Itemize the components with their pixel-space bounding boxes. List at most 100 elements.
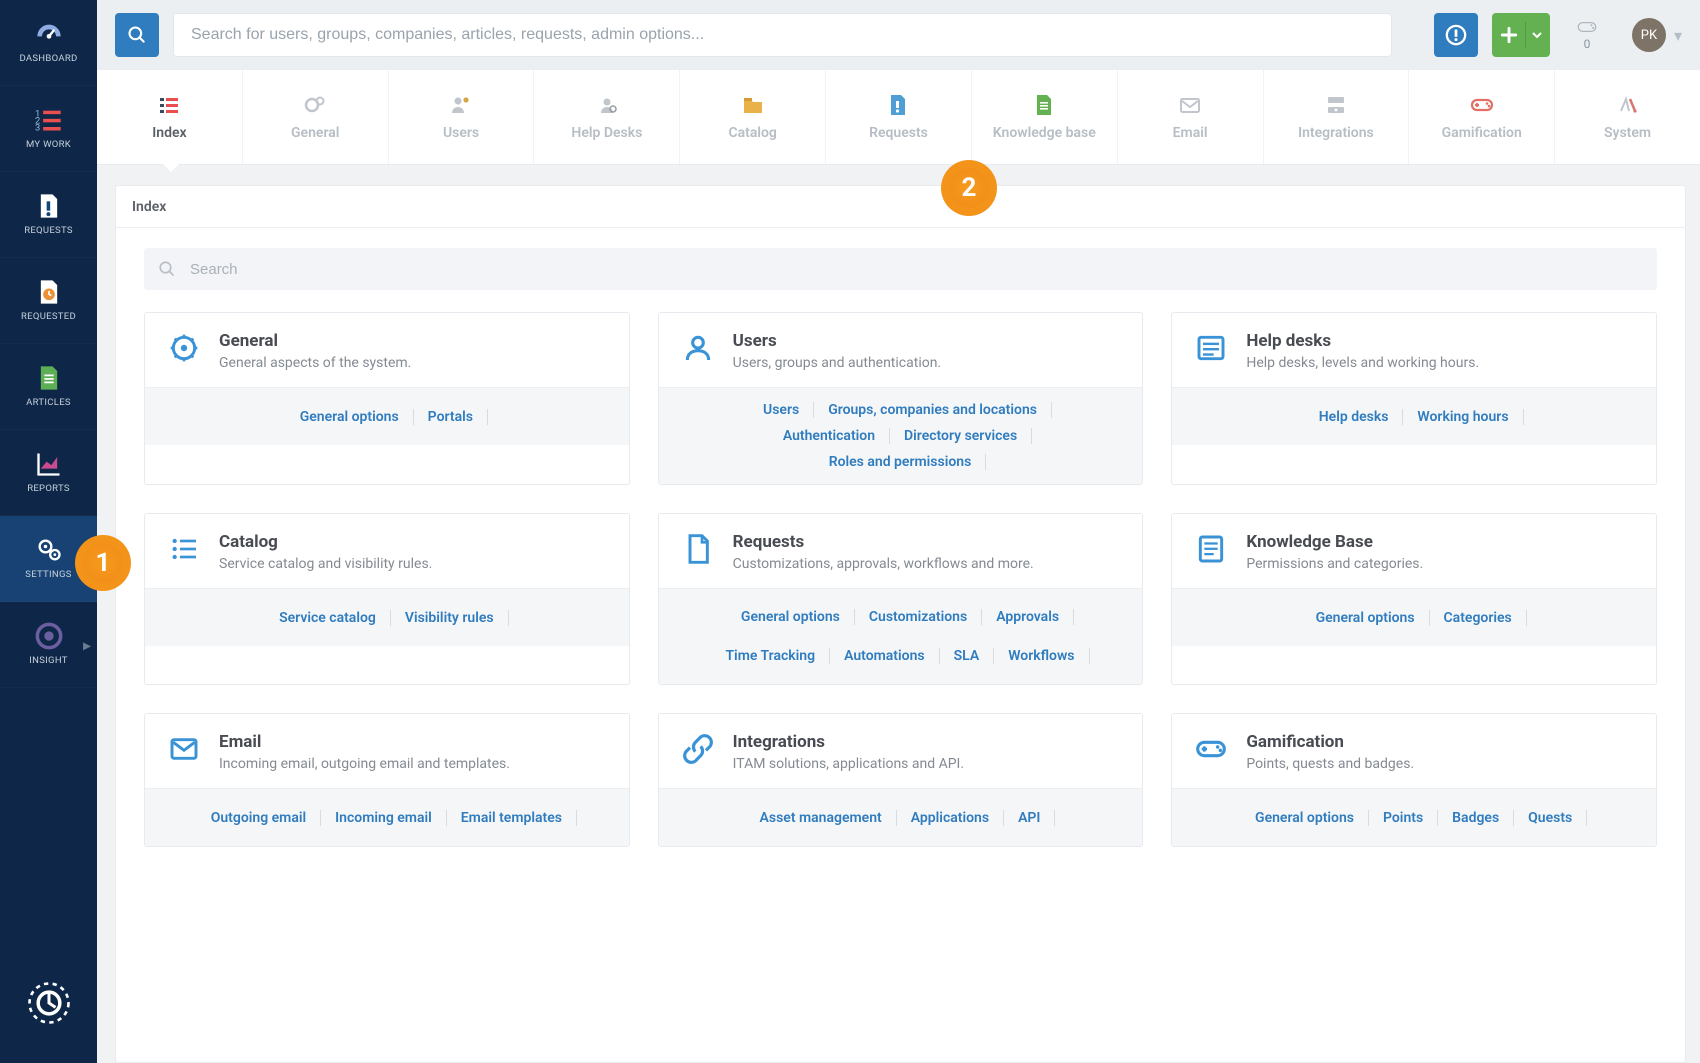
settings-card-email: Email Incoming email, outgoing email and …	[144, 713, 630, 847]
create-button[interactable]	[1492, 13, 1550, 57]
card-title: Catalog	[219, 532, 432, 552]
sidebar-item-insight[interactable]: INSIGHT ▸	[0, 602, 97, 688]
settings-link[interactable]: General options	[286, 409, 414, 425]
user-menu[interactable]: PK ▾	[1632, 18, 1682, 52]
card-description: Service catalog and visibility rules.	[219, 556, 432, 572]
index-search-input[interactable]	[144, 248, 1657, 290]
document-exclaim-icon	[34, 193, 64, 219]
settings-link[interactable]: Incoming email	[321, 810, 447, 826]
sidebar-item-reports[interactable]: REPORTS	[0, 430, 97, 516]
sidebar-item-requested[interactable]: REQUESTED	[0, 258, 97, 344]
tab-users[interactable]: Users	[388, 70, 534, 164]
tab-knowledge-base[interactable]: Knowledge base	[971, 70, 1117, 164]
tab-system[interactable]: System	[1554, 70, 1700, 164]
tab-catalog[interactable]: Catalog	[679, 70, 825, 164]
settings-link[interactable]: General options	[1302, 610, 1430, 626]
gamification-points[interactable]: 0	[1564, 20, 1610, 51]
topbar: 0 PK ▾	[97, 0, 1700, 70]
settings-link[interactable]: Asset management	[746, 810, 897, 826]
settings-link[interactable]: Badges	[1438, 810, 1514, 826]
card-icon	[681, 331, 715, 365]
document-clock-icon	[34, 279, 64, 305]
card-title: Gamification	[1246, 732, 1414, 752]
settings-link[interactable]: Outgoing email	[197, 810, 321, 826]
sidebar-item-articles[interactable]: ARTICLES	[0, 344, 97, 430]
tab-requests[interactable]: Requests	[825, 70, 971, 164]
settings-link[interactable]: Categories	[1430, 610, 1527, 626]
annotation-step-1: 1	[75, 535, 131, 591]
card-icon	[167, 732, 201, 766]
settings-link[interactable]: Directory services	[890, 428, 1032, 444]
settings-link[interactable]: General options	[1241, 810, 1369, 826]
settings-link[interactable]: Visibility rules	[391, 610, 509, 626]
settings-link[interactable]: Roles and permissions	[815, 454, 987, 470]
card-description: Users, groups and authentication.	[733, 355, 941, 371]
tab-index[interactable]: Index	[97, 70, 242, 164]
search-icon	[127, 25, 147, 45]
card-icon	[167, 532, 201, 566]
settings-link[interactable]: API	[1004, 810, 1055, 826]
settings-link[interactable]: Time Tracking	[711, 648, 830, 664]
settings-link[interactable]: Email templates	[447, 810, 577, 826]
page-title: Index	[116, 186, 1685, 228]
tab-label: Catalog	[728, 125, 776, 141]
settings-link[interactable]: Customizations	[855, 609, 982, 625]
notification-button[interactable]	[1434, 13, 1478, 57]
card-title: Email	[219, 732, 510, 752]
chevron-right-icon: ▸	[83, 635, 91, 654]
tab-email[interactable]: Email	[1117, 70, 1263, 164]
settings-link[interactable]: Help desks	[1305, 409, 1404, 425]
settings-link[interactable]: Approvals	[982, 609, 1074, 625]
sidebar-item-label: SETTINGS	[25, 569, 71, 580]
card-title: General	[219, 331, 411, 351]
sidebar-item-label: ARTICLES	[26, 397, 71, 408]
tab-help-desks[interactable]: Help Desks	[533, 70, 679, 164]
settings-link[interactable]: Service catalog	[265, 610, 391, 626]
tab-label: Integrations	[1298, 125, 1374, 141]
sidebar-item-dashboard[interactable]: DASHBOARD	[0, 0, 97, 86]
sidebar-item-requests[interactable]: REQUESTS	[0, 172, 97, 258]
card-description: Incoming email, outgoing email and templ…	[219, 756, 510, 772]
settings-link[interactable]: Authentication	[769, 428, 890, 444]
avatar: PK	[1632, 18, 1666, 52]
search-button[interactable]	[115, 13, 159, 57]
card-title: Integrations	[733, 732, 964, 752]
settings-link[interactable]: Quests	[1514, 810, 1587, 826]
card-icon	[1194, 732, 1228, 766]
settings-card-help-desks: Help desksHelp desks, levels and working…	[1171, 312, 1657, 485]
settings-link[interactable]: Workflows	[994, 648, 1089, 664]
settings-link[interactable]: Applications	[897, 810, 1004, 826]
global-search-input[interactable]	[173, 13, 1392, 57]
gears-icon	[34, 537, 64, 563]
document-lines-icon	[34, 365, 64, 391]
settings-link[interactable]: Portals	[414, 409, 488, 425]
points-count: 0	[1584, 37, 1591, 51]
sidebar-item-mywork[interactable]: 123 MY WORK	[0, 86, 97, 172]
settings-card-catalog: Catalog Service catalog and visibility ru…	[144, 513, 630, 685]
chevron-down-icon	[1532, 30, 1542, 40]
list-icon: 123	[34, 107, 64, 133]
card-icon	[681, 532, 715, 566]
settings-link[interactable]: Users	[749, 402, 814, 418]
card-title: Requests	[733, 532, 1034, 552]
settings-link[interactable]: Points	[1369, 810, 1438, 826]
settings-link[interactable]: Groups, companies and locations	[814, 402, 1052, 418]
controller-icon	[1576, 20, 1598, 34]
tab-label: Requests	[869, 125, 928, 141]
tab-general[interactable]: General	[242, 70, 388, 164]
settings-link[interactable]: Automations	[830, 648, 940, 664]
settings-link[interactable]: Working hours	[1403, 409, 1523, 425]
chart-icon	[34, 451, 64, 477]
settings-link[interactable]: SLA	[940, 648, 995, 664]
app-logo	[0, 943, 97, 1063]
tab-integrations[interactable]: Integrations	[1263, 70, 1409, 164]
card-icon	[1194, 532, 1228, 566]
settings-card-grid: GeneralGeneral aspects of the system.Gen…	[144, 312, 1657, 847]
tab-label: Email	[1173, 125, 1208, 141]
svg-text:3: 3	[35, 123, 40, 134]
tab-label: Index	[152, 125, 186, 141]
tab-label: System	[1604, 125, 1651, 141]
tab-gamification[interactable]: Gamification	[1408, 70, 1554, 164]
card-description: Points, quests and badges.	[1246, 756, 1414, 772]
settings-link[interactable]: General options	[727, 609, 855, 625]
